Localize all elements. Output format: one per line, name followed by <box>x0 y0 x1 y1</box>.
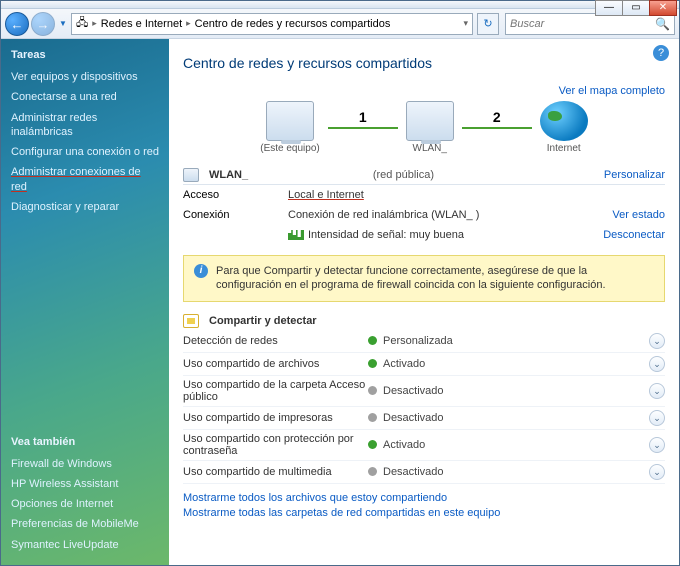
connection-label: Conexión <box>183 209 288 221</box>
sharing-row: Uso compartido con protección por contra… <box>183 430 665 461</box>
seealso-internet-options[interactable]: Opciones de Internet <box>11 497 159 511</box>
info-icon: i <box>194 264 208 278</box>
task-view-devices[interactable]: Ver equipos y dispositivos <box>11 70 159 84</box>
help-icon[interactable]: ? <box>653 45 669 61</box>
network-type: (red pública) <box>373 169 434 181</box>
network-map: (Este equipo) 1 WLAN_ 2 Internet <box>183 101 665 154</box>
task-connect-network[interactable]: Conectarse a una red <box>11 90 159 104</box>
breadcrumb-2[interactable]: Centro de redes y recursos compartidos <box>195 18 391 30</box>
expand-button[interactable]: ⌄ <box>649 356 665 372</box>
connection-value: Conexión de red inalámbrica (WLAN_ ) <box>288 209 612 221</box>
status-dot-off <box>368 386 377 395</box>
signal-bars-icon <box>288 230 304 240</box>
status-dot-on <box>368 359 377 368</box>
sharing-header: Compartir y detectar <box>183 312 665 330</box>
expand-button[interactable]: ⌄ <box>649 464 665 480</box>
sharing-row: Uso compartido de la carpeta Acceso públ… <box>183 376 665 407</box>
customize-link[interactable]: Personalizar <box>604 169 665 181</box>
maximize-button[interactable]: ▭ <box>622 0 650 16</box>
access-label: Acceso <box>183 189 288 201</box>
sidebar: Tareas Ver equipos y dispositivos Conect… <box>1 39 169 565</box>
show-shared-folders-link[interactable]: Mostrarme todas las carpetas de red comp… <box>183 507 665 519</box>
seealso-hp-wireless[interactable]: HP Wireless Assistant <box>11 477 159 491</box>
node-internet: Internet <box>540 101 588 154</box>
node-router: WLAN_ <box>406 101 454 154</box>
node-this-pc: (Este equipo) <box>260 101 319 154</box>
sharing-row: Uso compartido de impresorasDesactivado⌄ <box>183 407 665 430</box>
show-shared-files-link[interactable]: Mostrarme todos los archivos que estoy c… <box>183 492 665 504</box>
forward-button[interactable]: → <box>31 12 55 36</box>
status-dot-off <box>368 467 377 476</box>
firewall-info-text: Para que Compartir y detectar funcione c… <box>216 264 654 293</box>
expand-button[interactable]: ⌄ <box>649 333 665 349</box>
search-input[interactable] <box>510 18 655 30</box>
navbar: ← → ▼ 🖧 ▸ Redes e Internet ▸ Centro de r… <box>1 9 679 39</box>
seealso-mobileme[interactable]: Preferencias de MobileMe <box>11 517 159 531</box>
back-button[interactable]: ← <box>5 12 29 36</box>
view-status-link[interactable]: Ver estado <box>612 209 665 221</box>
seealso-firewall[interactable]: Firewall de Windows <box>11 457 159 471</box>
search-icon: 🔍 <box>655 17 670 31</box>
link-1: 1 <box>328 127 398 129</box>
sharing-row: Uso compartido de archivosActivado⌄ <box>183 353 665 376</box>
seealso-symantec[interactable]: Symantec LiveUpdate <box>11 538 159 552</box>
task-manage-connections[interactable]: Administrar conexiones de red <box>11 165 159 194</box>
router-icon <box>406 101 454 141</box>
sharing-list: Detección de redesPersonalizada⌄ Uso com… <box>183 330 665 484</box>
access-value: Local e Internet <box>288 189 665 201</box>
network-header: WLAN_ (red pública) Personalizar <box>183 166 665 185</box>
address-bar[interactable]: 🖧 ▸ Redes e Internet ▸ Centro de redes y… <box>71 13 473 35</box>
nav-history-dropdown[interactable]: ▼ <box>57 19 69 28</box>
status-dot-on <box>368 336 377 345</box>
sharing-row: Uso compartido de multimediaDesactivado⌄ <box>183 461 665 484</box>
status-dot-off <box>368 413 377 422</box>
window: — ▭ ✕ ← → ▼ 🖧 ▸ Redes e Internet ▸ Centr… <box>0 0 680 566</box>
expand-button[interactable]: ⌄ <box>649 383 665 399</box>
task-setup-connection[interactable]: Configurar una conexión o red <box>11 145 159 159</box>
sharing-row: Detección de redesPersonalizada⌄ <box>183 330 665 353</box>
network-name: WLAN_ <box>209 169 367 181</box>
see-also-heading: Vea también <box>11 436 159 448</box>
minimize-button[interactable]: — <box>595 0 623 16</box>
task-diagnose-repair[interactable]: Diagnosticar y reparar <box>11 200 159 214</box>
main-content: ? Centro de redes y recursos compartidos… <box>169 39 679 565</box>
disconnect-link[interactable]: Desconectar <box>603 229 665 241</box>
status-dot-on <box>368 440 377 449</box>
globe-icon <box>540 101 588 141</box>
expand-button[interactable]: ⌄ <box>649 437 665 453</box>
signal-label: Intensidad de señal: muy buena <box>308 229 464 241</box>
address-dropdown-icon[interactable]: ▾ <box>463 18 468 29</box>
expand-button[interactable]: ⌄ <box>649 410 665 426</box>
page-title: Centro de redes y recursos compartidos <box>183 55 665 71</box>
network-icon <box>183 168 199 182</box>
firewall-info-band: i Para que Compartir y detectar funcione… <box>183 255 665 302</box>
breadcrumb-1[interactable]: Redes e Internet <box>101 18 182 30</box>
refresh-button[interactable]: ↻ <box>477 13 499 35</box>
close-button[interactable]: ✕ <box>649 0 677 16</box>
link-2: 2 <box>462 127 532 129</box>
network-location-icon: 🖧 <box>76 14 88 33</box>
sharing-icon <box>183 314 199 328</box>
sharing-title: Compartir y detectar <box>209 315 665 327</box>
task-manage-wireless[interactable]: Administrar redes inalámbricas <box>11 111 159 140</box>
view-full-map-link[interactable]: Ver el mapa completo <box>559 85 665 97</box>
computer-icon <box>266 101 314 141</box>
titlebar: — ▭ ✕ <box>1 1 679 9</box>
tasks-heading: Tareas <box>11 49 159 61</box>
